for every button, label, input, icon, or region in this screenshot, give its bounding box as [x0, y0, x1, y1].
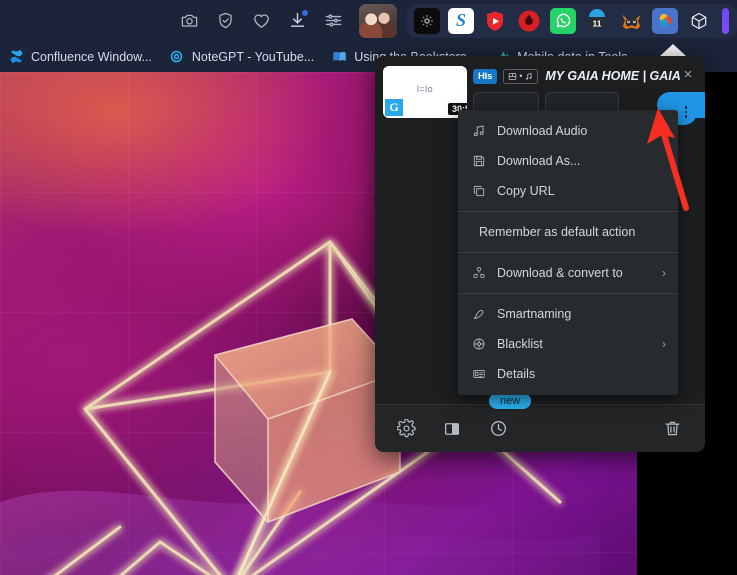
blocked-icon [470, 337, 488, 351]
tab-notegpt[interactable]: NoteGPT - YouTube... [161, 41, 323, 72]
convert-icon [470, 266, 488, 280]
download-title: MY GAIA HOME | GAIA [545, 69, 681, 83]
thumbnail-text: l=lo [416, 84, 434, 94]
notegpt-icon [169, 49, 185, 65]
menu-item-smartnaming[interactable]: Smartnaming [458, 299, 678, 329]
download-title-row: Hls • MY GAIA HOME | GAIA [473, 66, 697, 86]
menu-separator [458, 293, 678, 294]
ext-color-bubbles-icon[interactable] [652, 7, 678, 34]
menu-separator [458, 252, 678, 253]
menu-item-label: Blacklist [497, 337, 543, 351]
confluence-icon [8, 49, 24, 65]
ext-shield-play-icon[interactable] [482, 8, 508, 34]
tab-title: Confluence Window... [31, 49, 152, 64]
tab-title: NoteGPT - YouTube... [191, 49, 315, 64]
menu-item-label: Remember as default action [479, 225, 636, 239]
browser-toolbar: S 11 [0, 0, 737, 41]
chevron-right-icon: › [662, 337, 666, 351]
ext-red-circle-icon[interactable] [516, 8, 542, 34]
chevron-right-icon: › [662, 266, 666, 280]
download-badge-dot [301, 8, 309, 17]
camera-icon[interactable] [176, 8, 202, 34]
format-badge-dot: • [519, 71, 523, 81]
menu-item-download-convert[interactable]: Download & convert to › [458, 258, 678, 288]
download-icon[interactable] [284, 8, 310, 34]
details-icon [470, 367, 488, 381]
profile-avatar[interactable] [359, 3, 397, 38]
heart-icon[interactable] [248, 8, 274, 34]
close-icon[interactable]: × [679, 66, 697, 84]
sliders-icon[interactable] [320, 8, 346, 34]
menu-item-details[interactable]: Details [458, 359, 678, 389]
menu-item-remember-default[interactable]: Remember as default action [458, 217, 678, 247]
book-icon [331, 49, 347, 65]
ext-s-icon[interactable]: S [448, 7, 474, 34]
ext-whatsapp-icon[interactable] [550, 7, 576, 34]
svg-text:11: 11 [593, 18, 602, 28]
ext-dark-gear-icon[interactable] [414, 7, 440, 34]
floppy-disk-icon [470, 154, 488, 168]
extensions-group: S 11 [407, 3, 737, 38]
music-note-icon [470, 124, 488, 138]
new-badge: new [489, 393, 532, 409]
settings-gear-icon[interactable] [391, 414, 421, 444]
popup-footer: new [375, 393, 705, 452]
sidebar-panel-icon[interactable] [437, 414, 467, 444]
ext-calendar-11-icon[interactable]: 11 [584, 8, 610, 34]
avatar-image [359, 3, 397, 38]
trash-icon[interactable] [657, 414, 687, 444]
copy-icon [470, 184, 488, 198]
ext-metamask-fox-icon[interactable] [618, 8, 644, 34]
video-thumbnail[interactable]: l=lo G 30:56 [383, 66, 467, 118]
thumbnail-source-badge: G [385, 99, 403, 116]
menu-item-label: Smartnaming [497, 307, 572, 321]
red-arrow-annotation [647, 108, 689, 211]
shield-check-icon[interactable] [212, 8, 238, 34]
menu-item-label: Download & convert to [497, 266, 623, 280]
menu-item-label: Details [497, 367, 536, 381]
ext-purple-bar[interactable] [722, 7, 729, 34]
popup-pointer-triangle [660, 44, 686, 56]
hls-badge: Hls [473, 68, 498, 84]
format-badge: • [503, 68, 539, 84]
history-clock-icon[interactable] [483, 414, 513, 444]
ext-cube-icon[interactable] [686, 8, 712, 34]
menu-item-blacklist[interactable]: Blacklist › [458, 329, 678, 359]
tab-confluence[interactable]: Confluence Window... [0, 41, 161, 72]
pen-icon [470, 307, 488, 321]
